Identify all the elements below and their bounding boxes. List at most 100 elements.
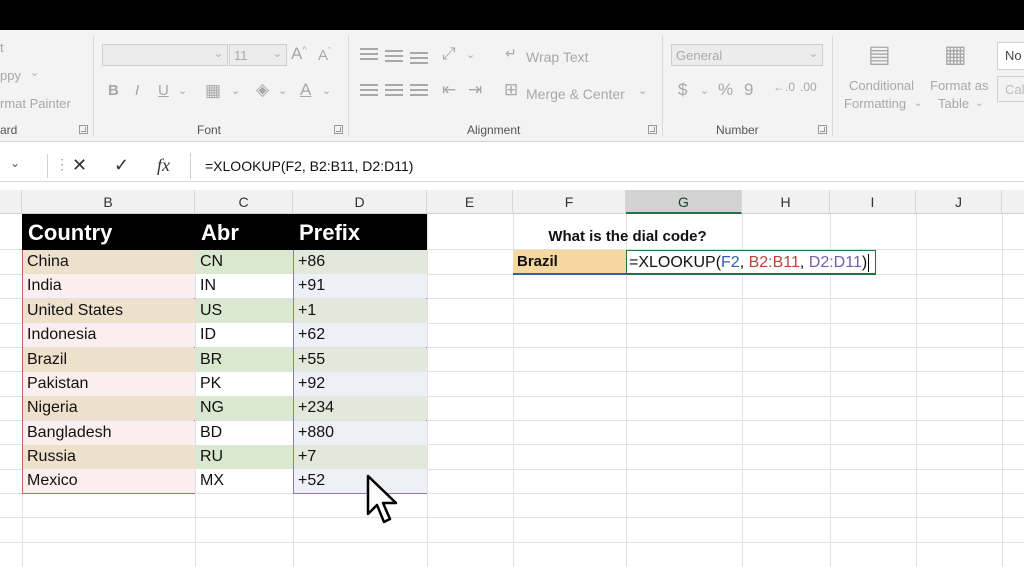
increase-indent-icon[interactable]: ⇥ [468,80,482,100]
middle-align-icon[interactable] [385,50,403,64]
number-launcher-icon[interactable] [818,125,827,134]
align-right-icon[interactable] [410,84,428,98]
column-header-g[interactable]: G [626,190,742,214]
prefix-cell[interactable]: +880 [294,421,427,445]
merge-center-button[interactable]: Merge & Center [526,86,625,102]
bold-icon[interactable]: B [108,82,119,99]
normal-style-cell[interactable]: No [997,42,1024,70]
copy-dropdown-icon[interactable]: ⌄ [30,66,39,79]
format-as-table-label-2[interactable]: Table [938,96,969,111]
currency-icon[interactable]: $ [678,80,687,100]
header-prefix[interactable]: Prefix [293,214,427,250]
align-center-icon[interactable] [385,84,403,98]
number-format-combo[interactable]: General ⌄ [671,44,823,66]
abr-cell[interactable]: BD [196,421,293,445]
chevron-down-icon[interactable]: ⌄ [466,48,475,61]
underline-icon[interactable]: U [158,82,169,99]
format-painter-button[interactable]: rmat Painter [0,96,71,111]
font-launcher-icon[interactable] [334,125,343,134]
row-header-corner[interactable] [0,190,22,214]
abr-cell[interactable]: US [196,299,293,323]
country-cell[interactable]: Bangladesh [23,421,195,445]
column-header-e[interactable]: E [427,190,513,214]
country-cell[interactable]: India [23,274,195,298]
abr-cell[interactable]: ID [196,323,293,347]
borders-icon[interactable]: ▦ [205,81,221,101]
cut-button[interactable]: t [0,40,4,55]
chevron-down-icon[interactable]: ⌄ [322,84,331,97]
prefix-cell[interactable]: +62 [294,323,427,347]
orientation-icon[interactable]: ⤢ [442,44,456,64]
percent-icon[interactable]: % [718,80,733,100]
prefix-cell[interactable]: +55 [294,348,427,372]
column-header-d[interactable]: D [293,190,427,214]
abr-cell[interactable]: NG [196,396,293,420]
decrease-indent-icon[interactable]: ⇤ [442,80,456,100]
name-box[interactable]: ⌄ [0,154,48,178]
abr-cell[interactable]: PK [196,372,293,396]
format-as-table-label-1[interactable]: Format as [930,78,989,93]
align-left-icon[interactable] [360,84,378,98]
font-color-icon[interactable]: A [300,80,311,100]
formula-input[interactable]: =XLOOKUP(F2, B2:B11, D2:D11) [190,153,1024,179]
country-cell[interactable]: Brazil [23,348,195,372]
chevron-down-icon[interactable]: ⌄ [638,84,647,97]
chevron-down-icon[interactable]: ⌄ [278,84,287,97]
grow-font-icon[interactable]: A^ [291,44,307,64]
country-cell[interactable]: Indonesia [23,323,195,347]
prefix-cell[interactable]: +1 [294,299,427,323]
country-cell[interactable]: Mexico [23,469,195,493]
increase-decimal-icon[interactable]: ←.0 [773,80,795,94]
shrink-font-icon[interactable]: Aˇ [318,46,331,64]
abr-cell[interactable]: CN [196,250,293,274]
chevron-down-icon[interactable]: ⌄ [178,84,187,97]
column-header-i[interactable]: I [830,190,916,214]
prefix-cell[interactable]: +92 [294,372,427,396]
column-header-b[interactable]: B [22,190,195,214]
abr-cell[interactable]: IN [196,274,293,298]
prefix-cell[interactable]: +7 [294,445,427,469]
country-cell[interactable]: China [23,250,195,274]
font-name-combo[interactable]: ⌄ [102,44,228,66]
conditional-formatting-label-2[interactable]: Formatting [844,96,906,111]
worksheet-grid[interactable]: Country Abr Prefix China CN +86 India IN +91 U… [0,214,1024,567]
wrap-text-button[interactable]: Wrap Text [526,49,589,65]
lookup-question[interactable]: What is the dial code? [513,225,742,249]
fill-color-icon[interactable]: ◈ [256,80,269,100]
wrap-text-icon[interactable]: ↵ [505,45,517,62]
copy-button[interactable]: ppy [0,68,21,83]
comma-style-icon[interactable]: 9 [744,80,753,100]
chevron-down-icon[interactable]: ⌄ [700,84,709,97]
prefix-cell[interactable]: +52 [294,469,427,493]
cancel-icon[interactable]: ✕ [72,155,87,176]
insert-function-icon[interactable]: fx [157,155,170,176]
abr-cell[interactable]: MX [196,469,293,493]
chevron-down-icon[interactable]: ⌄ [231,84,240,97]
column-header-c[interactable]: C [195,190,293,214]
column-header-h[interactable]: H [742,190,830,214]
abr-cell[interactable]: BR [196,348,293,372]
alignment-launcher-icon[interactable] [648,125,657,134]
font-size-combo[interactable]: 11 ⌄ [229,44,287,66]
prefix-cell[interactable]: +86 [294,250,427,274]
italic-icon[interactable]: I [135,82,139,99]
abr-cell[interactable]: RU [196,445,293,469]
country-cell[interactable]: United States [23,299,195,323]
header-country[interactable]: Country [22,214,195,250]
clipboard-launcher-icon[interactable] [79,125,88,134]
column-header-j[interactable]: J [916,190,1002,214]
top-align-icon[interactable] [360,48,378,62]
prefix-cell[interactable]: +234 [294,396,427,420]
country-cell[interactable]: Nigeria [23,396,195,420]
more-options-icon[interactable]: ⋮ [55,156,69,173]
calculation-style-cell[interactable]: Cal [997,76,1024,102]
lookup-input-cell[interactable]: Brazil [513,250,626,275]
bottom-align-icon[interactable] [410,52,428,66]
chevron-down-icon[interactable]: ⌄ [975,98,983,109]
header-abr[interactable]: Abr [195,214,293,250]
country-cell[interactable]: Russia [23,445,195,469]
prefix-cell[interactable]: +91 [294,274,427,298]
active-formula-cell[interactable]: =XLOOKUP(F2, B2:B11, D2:D11) [626,250,876,275]
conditional-formatting-label-1[interactable]: Conditional [849,78,914,93]
decrease-decimal-icon[interactable]: .00 [800,80,817,94]
